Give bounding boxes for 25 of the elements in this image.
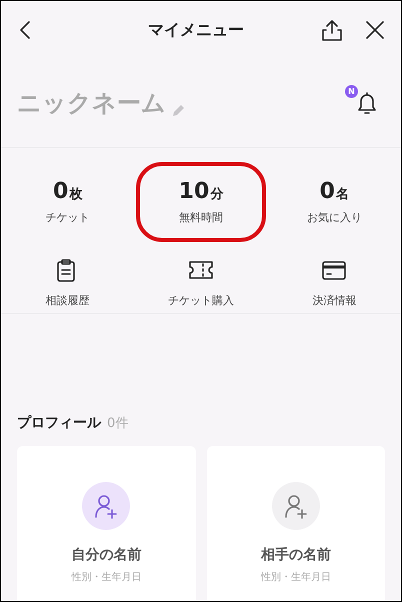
profile-name: 相手の名前 [260,546,331,564]
menu-link[interactable]: チケット購入 [168,293,234,308]
back-icon[interactable] [19,20,31,40]
profile-card[interactable]: 自分の名前 性別・生年月日 [17,446,196,601]
profile-name: 自分の名前 [71,546,142,564]
stat-label: お気に入り [306,210,362,225]
stat-value: 0名 [320,179,349,204]
credit-card-icon[interactable] [321,258,348,283]
profile-count: 0件 [107,416,128,431]
menu-link[interactable]: 決済情報 [312,293,356,308]
screen-title: マイメニュー [148,20,244,40]
stat-label: 無料時間 [178,210,223,225]
menu-link[interactable]: 相談履歴 [46,293,90,308]
close-icon[interactable] [365,20,385,40]
stat-value: 0枚 [53,179,82,204]
profile-detail: 性別・生年月日 [260,570,331,584]
profile-detail: 性別・生年月日 [71,570,142,584]
bell-icon[interactable] [355,91,379,117]
stat-value: 10分 [178,179,224,204]
section-title: プロフィール [17,415,101,431]
stat-label: チケット [46,210,90,225]
add-person-icon[interactable] [82,482,130,530]
notification-badge: N [345,85,358,98]
profile-card[interactable]: 相手の名前 性別・生年月日 [206,446,385,601]
share-icon[interactable] [321,19,343,41]
